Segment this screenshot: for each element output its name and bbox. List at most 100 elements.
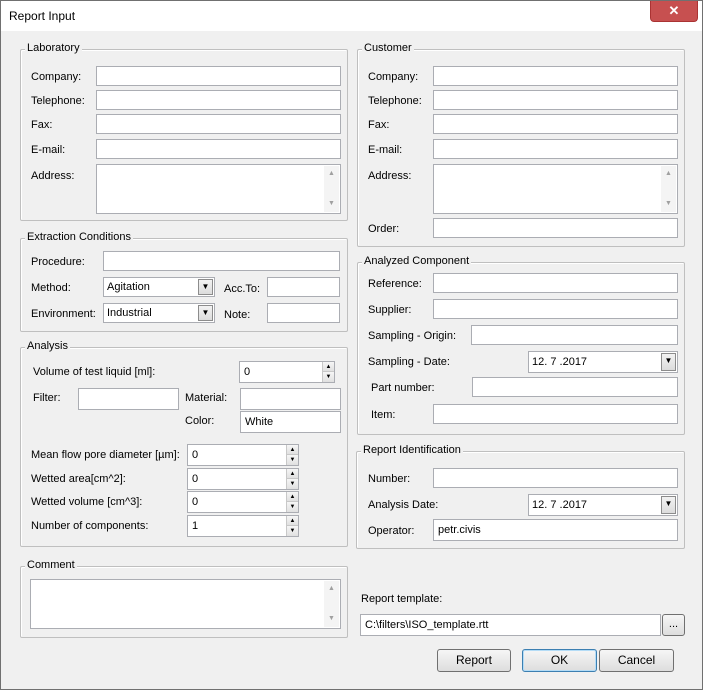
operator-input[interactable]: petr.civis bbox=[433, 519, 678, 541]
analyzed-component-group: Analyzed Component Reference: Supplier: … bbox=[357, 255, 685, 435]
comment-scrollbar[interactable]: ▲ ▼ bbox=[324, 581, 339, 627]
operator-label: Operator: bbox=[368, 525, 415, 537]
item-input[interactable] bbox=[433, 404, 678, 424]
laboratory-group: Laboratory Company: Telephone: Fax: E-ma… bbox=[20, 42, 348, 221]
comment-group: Comment ▲ ▼ bbox=[20, 559, 348, 638]
cust-telephone-input[interactable] bbox=[433, 90, 678, 110]
spin-down-icon[interactable]: ▼ bbox=[286, 526, 298, 536]
acc-to-input[interactable] bbox=[267, 277, 340, 297]
chevron-down-icon[interactable]: ▼ bbox=[661, 496, 676, 514]
report-template-input[interactable]: C:\filters\ISO_template.rtt bbox=[360, 614, 661, 636]
material-input[interactable] bbox=[240, 388, 341, 410]
volume-label: Volume of test liquid [ml]: bbox=[33, 366, 156, 378]
wetted-area-spinbox[interactable]: 0 ▲ ▼ bbox=[187, 468, 299, 490]
report-input-window: Report Input ✕ Laboratory Company: Telep… bbox=[0, 0, 703, 690]
sampling-origin-label: Sampling - Origin: bbox=[368, 330, 457, 342]
chevron-down-icon[interactable]: ▼ bbox=[198, 305, 213, 321]
lab-address-label: Address: bbox=[31, 170, 75, 182]
wetted-volume-spin-arrows[interactable]: ▲ ▼ bbox=[286, 492, 298, 512]
report-identification-legend: Report Identification bbox=[361, 444, 463, 456]
chevron-down-icon[interactable]: ▼ bbox=[198, 279, 213, 295]
lab-fax-input[interactable] bbox=[96, 114, 341, 134]
spin-up-icon[interactable]: ▲ bbox=[286, 516, 298, 526]
procedure-input[interactable] bbox=[103, 251, 340, 271]
scroll-down-icon[interactable]: ▼ bbox=[324, 613, 339, 625]
sampling-date-picker[interactable]: 12. 7 .2017 ▼ bbox=[528, 351, 678, 373]
title-bar[interactable]: Report Input ✕ bbox=[1, 1, 702, 31]
comment-legend: Comment bbox=[25, 559, 77, 571]
scroll-up-icon[interactable]: ▲ bbox=[324, 168, 339, 180]
cust-fax-label: Fax: bbox=[368, 119, 390, 131]
scroll-up-icon[interactable]: ▲ bbox=[661, 168, 676, 180]
reference-input[interactable] bbox=[433, 273, 678, 293]
spin-up-icon[interactable]: ▲ bbox=[286, 469, 298, 479]
sampling-origin-input[interactable] bbox=[471, 325, 678, 345]
mean-flow-value: 0 bbox=[192, 449, 199, 461]
number-input[interactable] bbox=[433, 468, 678, 488]
spin-down-icon[interactable]: ▼ bbox=[286, 455, 298, 465]
components-spin-arrows[interactable]: ▲ ▼ bbox=[286, 516, 298, 536]
spin-up-icon[interactable]: ▲ bbox=[286, 492, 298, 502]
wetted-area-spin-arrows[interactable]: ▲ ▼ bbox=[286, 469, 298, 489]
dialog-client: Laboratory Company: Telephone: Fax: E-ma… bbox=[8, 31, 695, 682]
lab-company-input[interactable] bbox=[96, 66, 341, 86]
item-label: Item: bbox=[371, 409, 396, 421]
scroll-up-icon[interactable]: ▲ bbox=[324, 583, 339, 595]
volume-spinbox[interactable]: 0 ▲ ▼ bbox=[239, 361, 335, 383]
scroll-down-icon[interactable]: ▼ bbox=[324, 198, 339, 210]
chevron-down-icon[interactable]: ▼ bbox=[661, 353, 676, 371]
lab-email-input[interactable] bbox=[96, 139, 341, 159]
lab-email-label: E-mail: bbox=[31, 144, 66, 156]
lab-address-scrollbar[interactable]: ▲ ▼ bbox=[324, 166, 339, 212]
components-spinbox[interactable]: 1 ▲ ▼ bbox=[187, 515, 299, 537]
note-label: Note: bbox=[224, 309, 251, 321]
analysis-date-picker[interactable]: 12. 7 .2017 ▼ bbox=[528, 494, 678, 516]
lab-address-textarea[interactable]: ▲ ▼ bbox=[96, 164, 341, 214]
extraction-legend: Extraction Conditions bbox=[25, 231, 133, 243]
supplier-input[interactable] bbox=[433, 299, 678, 319]
note-input[interactable] bbox=[267, 303, 340, 323]
part-number-input[interactable] bbox=[472, 377, 678, 397]
analyzed-component-legend: Analyzed Component bbox=[362, 255, 472, 267]
method-value: Agitation bbox=[107, 281, 150, 293]
color-input[interactable]: White bbox=[240, 411, 341, 433]
cust-order-input[interactable] bbox=[433, 218, 678, 238]
cust-email-label: E-mail: bbox=[368, 144, 403, 156]
lab-company-label: Company: bbox=[31, 71, 82, 83]
filter-input[interactable] bbox=[78, 388, 179, 410]
analysis-date-label: Analysis Date: bbox=[368, 499, 439, 511]
spin-down-icon[interactable]: ▼ bbox=[286, 502, 298, 512]
scroll-down-icon[interactable]: ▼ bbox=[661, 198, 676, 210]
ok-button[interactable]: OK bbox=[522, 649, 597, 672]
close-icon: ✕ bbox=[668, 3, 680, 18]
procedure-label: Procedure: bbox=[31, 256, 85, 268]
cust-company-input[interactable] bbox=[433, 66, 678, 86]
analysis-legend: Analysis bbox=[25, 340, 70, 352]
sampling-date-value: 12. 7 .2017 bbox=[532, 356, 588, 368]
wetted-volume-label: Wetted volume [cm^3]: bbox=[31, 496, 143, 508]
mean-flow-spin-arrows[interactable]: ▲ ▼ bbox=[286, 445, 298, 465]
wetted-volume-spinbox[interactable]: 0 ▲ ▼ bbox=[187, 491, 299, 513]
lab-telephone-input[interactable] bbox=[96, 90, 341, 110]
volume-value: 0 bbox=[244, 366, 251, 378]
cust-address-scrollbar[interactable]: ▲ ▼ bbox=[661, 166, 676, 212]
spin-up-icon[interactable]: ▲ bbox=[322, 362, 334, 372]
close-button[interactable]: ✕ bbox=[650, 1, 698, 22]
cust-address-textarea[interactable]: ▲ ▼ bbox=[433, 164, 678, 214]
cancel-button[interactable]: Cancel bbox=[599, 649, 674, 672]
volume-spin-arrows[interactable]: ▲ ▼ bbox=[322, 362, 334, 382]
mean-flow-spinbox[interactable]: 0 ▲ ▼ bbox=[187, 444, 299, 466]
method-label: Method: bbox=[31, 282, 71, 294]
browse-button[interactable]: ... bbox=[662, 614, 685, 636]
environment-select[interactable]: Industrial ▼ bbox=[103, 303, 215, 323]
spin-up-icon[interactable]: ▲ bbox=[286, 445, 298, 455]
report-button[interactable]: Report bbox=[437, 649, 511, 672]
comment-textarea[interactable]: ▲ ▼ bbox=[30, 579, 341, 629]
spin-down-icon[interactable]: ▼ bbox=[322, 372, 334, 382]
method-select[interactable]: Agitation ▼ bbox=[103, 277, 215, 297]
cust-fax-input[interactable] bbox=[433, 114, 678, 134]
window-title: Report Input bbox=[9, 9, 76, 23]
cust-email-input[interactable] bbox=[433, 139, 678, 159]
spin-down-icon[interactable]: ▼ bbox=[286, 479, 298, 489]
wetted-area-value: 0 bbox=[192, 473, 199, 485]
